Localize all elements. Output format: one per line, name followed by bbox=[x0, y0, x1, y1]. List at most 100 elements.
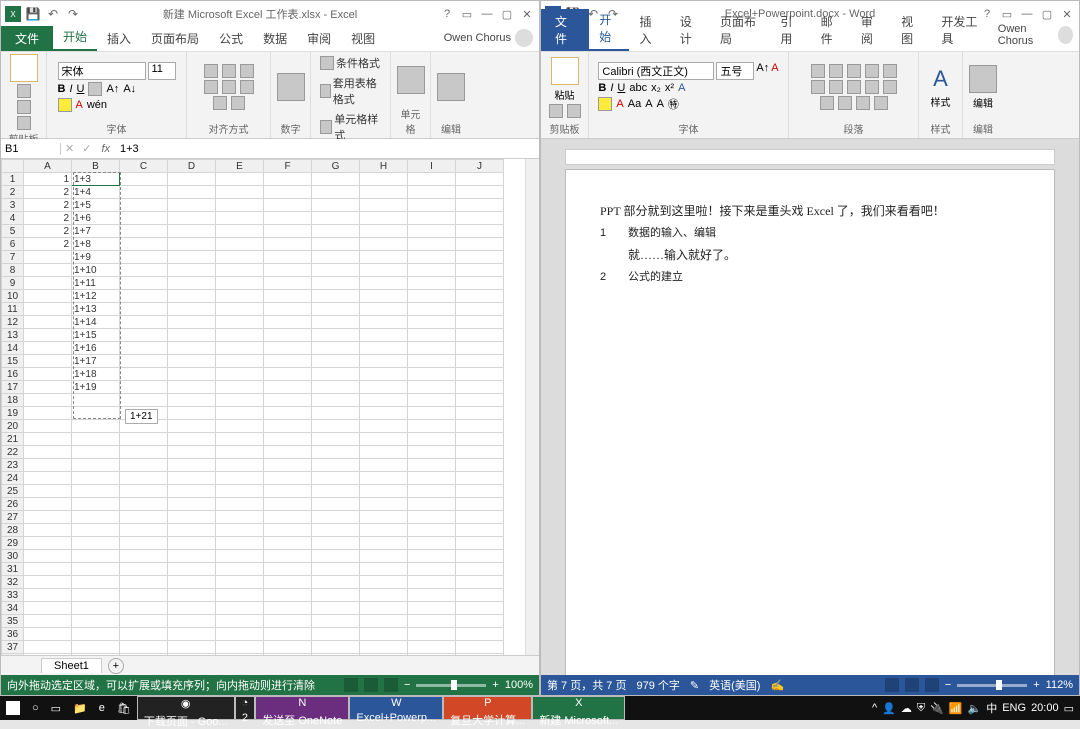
cell[interactable] bbox=[120, 212, 168, 225]
font-name-select[interactable]: 宋体 bbox=[58, 62, 146, 80]
cell[interactable] bbox=[408, 277, 456, 290]
cell[interactable] bbox=[264, 355, 312, 368]
cell[interactable] bbox=[24, 316, 72, 329]
cell[interactable] bbox=[360, 433, 408, 446]
cell[interactable] bbox=[168, 290, 216, 303]
cell[interactable] bbox=[72, 433, 120, 446]
cell[interactable] bbox=[120, 277, 168, 290]
cell[interactable] bbox=[312, 329, 360, 342]
row-header[interactable]: 33 bbox=[2, 589, 24, 602]
cell[interactable] bbox=[264, 381, 312, 394]
cell[interactable] bbox=[312, 576, 360, 589]
cell[interactable] bbox=[168, 355, 216, 368]
cell[interactable] bbox=[456, 654, 504, 656]
cell[interactable] bbox=[456, 550, 504, 563]
tab-dev[interactable]: 开发工具 bbox=[931, 9, 991, 51]
cell[interactable] bbox=[24, 576, 72, 589]
row-header[interactable]: 36 bbox=[2, 628, 24, 641]
cell[interactable] bbox=[360, 563, 408, 576]
cell[interactable] bbox=[216, 420, 264, 433]
cell[interactable] bbox=[408, 303, 456, 316]
row-header[interactable]: 15 bbox=[2, 355, 24, 368]
tab-review[interactable]: 审阅 bbox=[297, 26, 341, 51]
cell[interactable] bbox=[120, 316, 168, 329]
column-header[interactable]: I bbox=[408, 160, 456, 173]
cell[interactable]: 1+19 bbox=[72, 381, 120, 394]
word-count[interactable]: 979 个字 bbox=[636, 677, 679, 693]
cell[interactable] bbox=[408, 381, 456, 394]
cell[interactable] bbox=[264, 485, 312, 498]
cell[interactable] bbox=[72, 589, 120, 602]
cell[interactable] bbox=[312, 407, 360, 420]
editing-icon[interactable] bbox=[437, 73, 465, 101]
cell[interactable] bbox=[216, 407, 264, 420]
phonetic-icon[interactable]: A bbox=[657, 98, 664, 110]
cell[interactable] bbox=[120, 173, 168, 186]
cell[interactable] bbox=[216, 524, 264, 537]
cell[interactable] bbox=[312, 433, 360, 446]
cell[interactable]: 2 bbox=[24, 212, 72, 225]
cell[interactable] bbox=[360, 381, 408, 394]
cell[interactable] bbox=[408, 264, 456, 277]
cell[interactable] bbox=[120, 615, 168, 628]
cell[interactable] bbox=[216, 394, 264, 407]
minimize-icon[interactable]: — bbox=[477, 8, 497, 20]
styles-icon[interactable]: A bbox=[933, 66, 948, 92]
clock[interactable]: 20:00 bbox=[1031, 702, 1059, 714]
cell[interactable] bbox=[72, 524, 120, 537]
column-header[interactable]: B bbox=[72, 160, 120, 173]
cell[interactable] bbox=[72, 394, 120, 407]
cell[interactable] bbox=[312, 212, 360, 225]
column-header[interactable]: A bbox=[24, 160, 72, 173]
cell[interactable] bbox=[264, 316, 312, 329]
row-header[interactable]: 18 bbox=[2, 394, 24, 407]
multilevel-icon[interactable] bbox=[847, 64, 861, 78]
cell[interactable] bbox=[312, 498, 360, 511]
cell[interactable] bbox=[24, 511, 72, 524]
cell[interactable] bbox=[360, 537, 408, 550]
tab-data[interactable]: 数据 bbox=[253, 26, 297, 51]
cell[interactable] bbox=[120, 381, 168, 394]
tab-layout[interactable]: 页面布局 bbox=[710, 9, 770, 51]
cell[interactable] bbox=[408, 433, 456, 446]
cell[interactable] bbox=[168, 446, 216, 459]
cell[interactable] bbox=[120, 394, 168, 407]
zoom-slider[interactable] bbox=[957, 684, 1027, 687]
cell[interactable] bbox=[456, 472, 504, 485]
cell[interactable] bbox=[360, 654, 408, 656]
cell[interactable] bbox=[408, 472, 456, 485]
cell[interactable] bbox=[264, 368, 312, 381]
cell[interactable] bbox=[168, 654, 216, 656]
cell[interactable] bbox=[72, 485, 120, 498]
cell[interactable] bbox=[216, 446, 264, 459]
cell[interactable] bbox=[456, 212, 504, 225]
cell[interactable] bbox=[408, 173, 456, 186]
cell[interactable] bbox=[456, 303, 504, 316]
cell[interactable] bbox=[312, 459, 360, 472]
cell[interactable] bbox=[24, 485, 72, 498]
cell[interactable] bbox=[168, 433, 216, 446]
cell[interactable] bbox=[312, 485, 360, 498]
cell[interactable] bbox=[456, 563, 504, 576]
cell[interactable] bbox=[264, 563, 312, 576]
cell[interactable] bbox=[24, 277, 72, 290]
subscript-button[interactable]: x₂ bbox=[651, 82, 661, 94]
cut-icon[interactable] bbox=[17, 84, 31, 98]
vertical-scrollbar[interactable] bbox=[525, 159, 539, 655]
cell[interactable] bbox=[360, 225, 408, 238]
language-indicator[interactable]: ENG bbox=[1002, 702, 1026, 714]
cell[interactable] bbox=[408, 420, 456, 433]
cell[interactable] bbox=[168, 628, 216, 641]
cell[interactable]: 1+8 bbox=[72, 238, 120, 251]
maximize-icon[interactable]: ▢ bbox=[497, 8, 517, 21]
cell[interactable] bbox=[456, 277, 504, 290]
cell[interactable]: 1+9 bbox=[72, 251, 120, 264]
redo-icon[interactable]: ↷ bbox=[65, 6, 81, 22]
cell[interactable] bbox=[264, 459, 312, 472]
cell[interactable] bbox=[312, 251, 360, 264]
cell[interactable] bbox=[264, 628, 312, 641]
cell[interactable] bbox=[408, 576, 456, 589]
cell[interactable] bbox=[264, 173, 312, 186]
cell[interactable] bbox=[24, 368, 72, 381]
cell[interactable] bbox=[168, 212, 216, 225]
